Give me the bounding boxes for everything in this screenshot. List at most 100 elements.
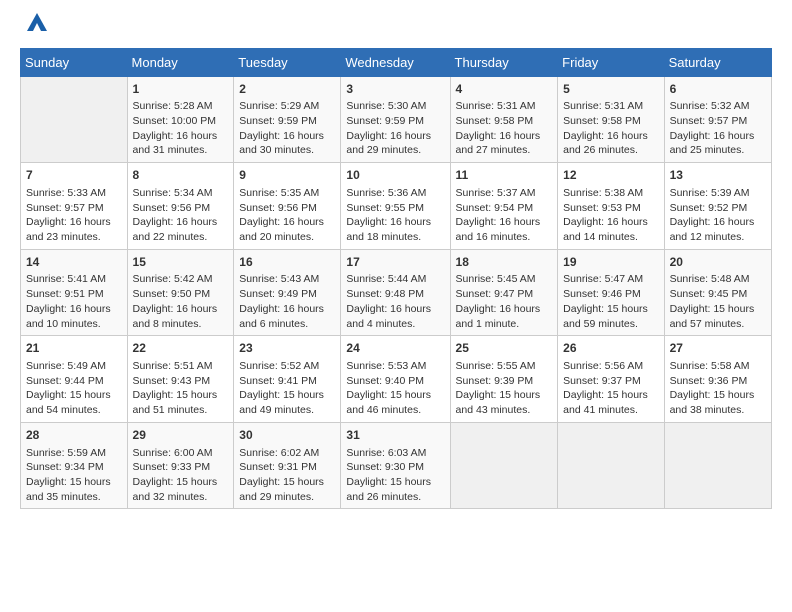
day-info-line: Sunset: 9:31 PM <box>239 460 335 475</box>
day-info-line: Sunrise: 5:37 AM <box>456 186 553 201</box>
day-info-line: Sunset: 9:54 PM <box>456 201 553 216</box>
day-info-line: Daylight: 16 hours <box>346 215 444 230</box>
day-cell: 30Sunrise: 6:02 AMSunset: 9:31 PMDayligh… <box>234 422 341 509</box>
day-info-line: Sunset: 9:55 PM <box>346 201 444 216</box>
day-number: 13 <box>670 167 766 184</box>
day-number: 15 <box>133 254 229 271</box>
day-info-line: Daylight: 15 hours <box>563 388 658 403</box>
day-info-line: Sunset: 9:58 PM <box>456 114 553 129</box>
day-number: 1 <box>133 81 229 98</box>
day-info-line: Sunset: 9:30 PM <box>346 460 444 475</box>
day-info-line: Sunset: 9:53 PM <box>563 201 658 216</box>
day-info-line: Daylight: 16 hours <box>26 215 122 230</box>
day-info-line: Sunrise: 5:42 AM <box>133 272 229 287</box>
day-cell: 31Sunrise: 6:03 AMSunset: 9:30 PMDayligh… <box>341 422 450 509</box>
day-info-line: and 38 minutes. <box>670 403 766 418</box>
header-cell-thursday: Thursday <box>450 48 558 76</box>
day-info-line: Sunrise: 5:48 AM <box>670 272 766 287</box>
day-info-line: Daylight: 15 hours <box>239 388 335 403</box>
day-info-line: and 26 minutes. <box>563 143 658 158</box>
day-info-line: and 20 minutes. <box>239 230 335 245</box>
day-info-line: and 25 minutes. <box>670 143 766 158</box>
day-info-line: and 57 minutes. <box>670 317 766 332</box>
day-info-line: and 54 minutes. <box>26 403 122 418</box>
day-cell: 8Sunrise: 5:34 AMSunset: 9:56 PMDaylight… <box>127 163 234 250</box>
day-number: 19 <box>563 254 658 271</box>
day-info-line: Daylight: 16 hours <box>670 129 766 144</box>
day-info-line: and 41 minutes. <box>563 403 658 418</box>
day-info-line: Sunset: 9:50 PM <box>133 287 229 302</box>
day-info-line: and 31 minutes. <box>133 143 229 158</box>
day-number: 26 <box>563 340 658 357</box>
day-info-line: and 22 minutes. <box>133 230 229 245</box>
day-cell: 28Sunrise: 5:59 AMSunset: 9:34 PMDayligh… <box>21 422 128 509</box>
day-number: 30 <box>239 427 335 444</box>
day-number: 21 <box>26 340 122 357</box>
day-info-line: Sunrise: 5:47 AM <box>563 272 658 287</box>
header-cell-monday: Monday <box>127 48 234 76</box>
day-cell: 23Sunrise: 5:52 AMSunset: 9:41 PMDayligh… <box>234 336 341 423</box>
day-info-line: Sunrise: 5:29 AM <box>239 99 335 114</box>
header-cell-sunday: Sunday <box>21 48 128 76</box>
header-cell-wednesday: Wednesday <box>341 48 450 76</box>
week-row-2: 7Sunrise: 5:33 AMSunset: 9:57 PMDaylight… <box>21 163 772 250</box>
day-number: 17 <box>346 254 444 271</box>
day-info-line: Sunrise: 5:33 AM <box>26 186 122 201</box>
day-cell: 20Sunrise: 5:48 AMSunset: 9:45 PMDayligh… <box>664 249 771 336</box>
day-info-line: and 29 minutes. <box>239 490 335 505</box>
day-info-line: and 26 minutes. <box>346 490 444 505</box>
day-info-line: Sunset: 9:59 PM <box>346 114 444 129</box>
day-info-line: Sunset: 9:41 PM <box>239 374 335 389</box>
day-number: 29 <box>133 427 229 444</box>
day-cell: 11Sunrise: 5:37 AMSunset: 9:54 PMDayligh… <box>450 163 558 250</box>
day-info-line: Sunset: 9:44 PM <box>26 374 122 389</box>
logo <box>20 16 51 38</box>
day-number: 4 <box>456 81 553 98</box>
day-info-line: Sunrise: 5:44 AM <box>346 272 444 287</box>
day-info-line: and 46 minutes. <box>346 403 444 418</box>
day-cell: 21Sunrise: 5:49 AMSunset: 9:44 PMDayligh… <box>21 336 128 423</box>
day-info-line: and 14 minutes. <box>563 230 658 245</box>
day-number: 3 <box>346 81 444 98</box>
day-cell: 6Sunrise: 5:32 AMSunset: 9:57 PMDaylight… <box>664 76 771 163</box>
day-info-line: Daylight: 16 hours <box>456 129 553 144</box>
day-info-line: Sunrise: 5:28 AM <box>133 99 229 114</box>
day-info-line: Daylight: 16 hours <box>563 129 658 144</box>
day-info-line: Sunrise: 5:31 AM <box>456 99 553 114</box>
day-info-line: Sunrise: 5:30 AM <box>346 99 444 114</box>
page-container: SundayMondayTuesdayWednesdayThursdayFrid… <box>0 0 792 519</box>
day-info-line: Sunset: 9:58 PM <box>563 114 658 129</box>
day-number: 14 <box>26 254 122 271</box>
day-info-line: Sunset: 9:34 PM <box>26 460 122 475</box>
week-row-5: 28Sunrise: 5:59 AMSunset: 9:34 PMDayligh… <box>21 422 772 509</box>
day-info-line: Daylight: 15 hours <box>563 302 658 317</box>
day-info-line: and 1 minute. <box>456 317 553 332</box>
day-number: 16 <box>239 254 335 271</box>
day-number: 7 <box>26 167 122 184</box>
day-info-line: Daylight: 16 hours <box>239 302 335 317</box>
day-info-line: and 43 minutes. <box>456 403 553 418</box>
day-cell: 1Sunrise: 5:28 AMSunset: 10:00 PMDayligh… <box>127 76 234 163</box>
day-info-line: Sunset: 9:48 PM <box>346 287 444 302</box>
day-info-line: Sunrise: 5:51 AM <box>133 359 229 374</box>
day-info-line: Sunset: 9:33 PM <box>133 460 229 475</box>
day-number: 8 <box>133 167 229 184</box>
day-info-line: and 6 minutes. <box>239 317 335 332</box>
day-cell: 29Sunrise: 6:00 AMSunset: 9:33 PMDayligh… <box>127 422 234 509</box>
header-cell-saturday: Saturday <box>664 48 771 76</box>
day-cell: 12Sunrise: 5:38 AMSunset: 9:53 PMDayligh… <box>558 163 664 250</box>
day-info-line: Daylight: 15 hours <box>133 388 229 403</box>
day-info-line: and 59 minutes. <box>563 317 658 332</box>
week-row-4: 21Sunrise: 5:49 AMSunset: 9:44 PMDayligh… <box>21 336 772 423</box>
day-cell: 27Sunrise: 5:58 AMSunset: 9:36 PMDayligh… <box>664 336 771 423</box>
day-cell: 2Sunrise: 5:29 AMSunset: 9:59 PMDaylight… <box>234 76 341 163</box>
day-number: 12 <box>563 167 658 184</box>
day-info-line: Daylight: 15 hours <box>26 388 122 403</box>
day-cell: 5Sunrise: 5:31 AMSunset: 9:58 PMDaylight… <box>558 76 664 163</box>
day-info-line: Sunset: 9:40 PM <box>346 374 444 389</box>
calendar-header: SundayMondayTuesdayWednesdayThursdayFrid… <box>21 48 772 76</box>
day-info-line: Daylight: 15 hours <box>670 302 766 317</box>
day-info-line: Sunset: 10:00 PM <box>133 114 229 129</box>
header-cell-friday: Friday <box>558 48 664 76</box>
day-number: 10 <box>346 167 444 184</box>
